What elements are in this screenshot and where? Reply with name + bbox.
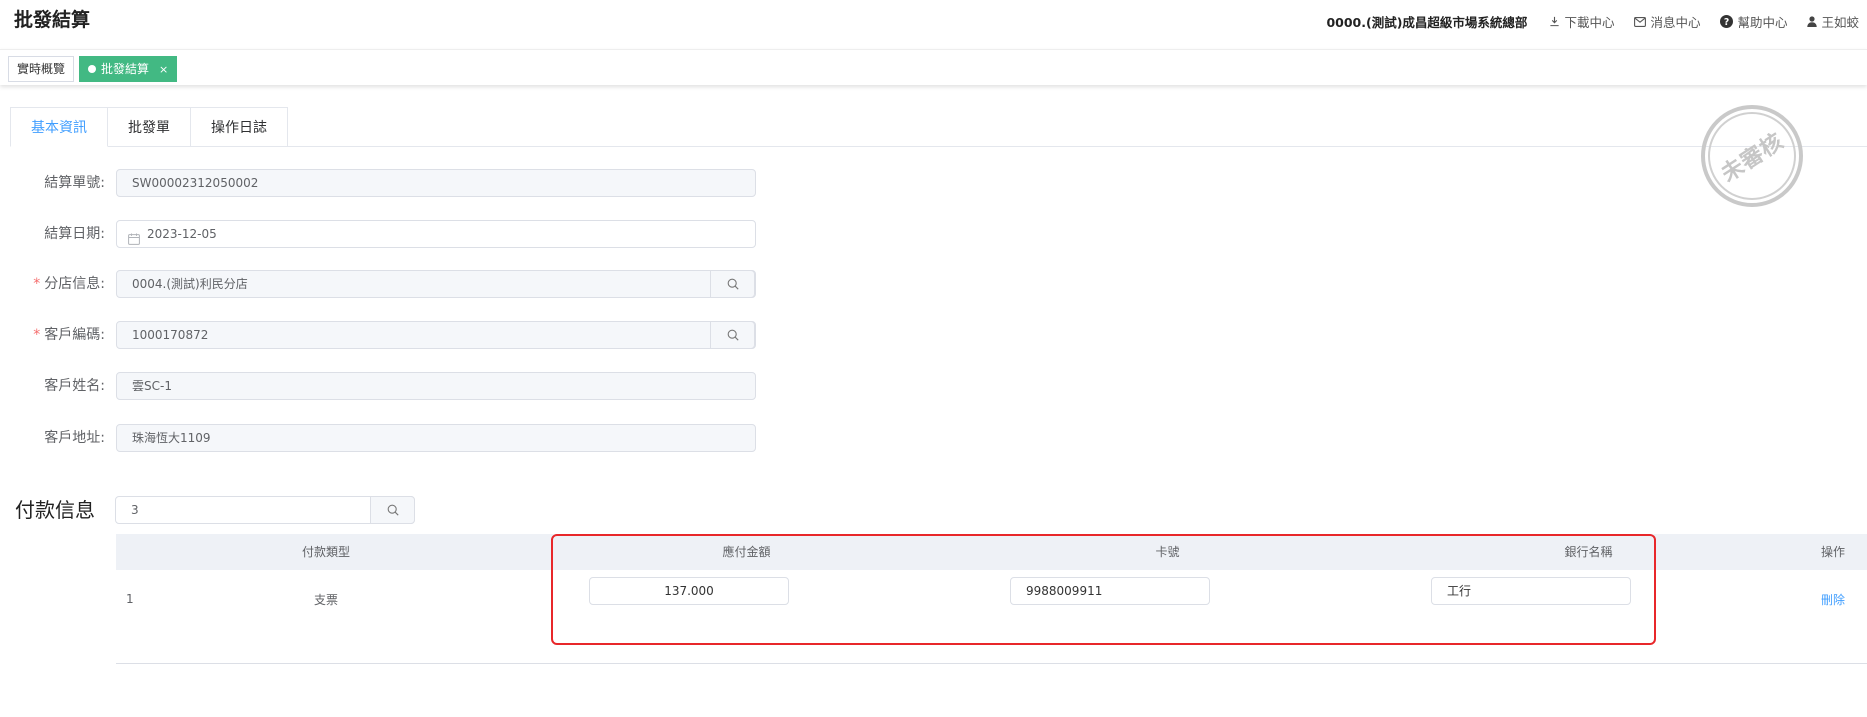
detail-tabs: 基本資訊 批發單 操作日誌 xyxy=(10,107,288,147)
col-amount-due: 應付金額 xyxy=(722,545,771,559)
bank-name-input[interactable]: 工行 xyxy=(1431,577,1631,605)
col-card-no: 卡號 xyxy=(1155,545,1180,559)
amount-due-input[interactable]: 137.000 xyxy=(589,577,789,605)
payment-search-value: 3 xyxy=(131,503,139,517)
app-title: 批發結算 xyxy=(14,9,91,31)
settlement-date-value: 2023-12-05 xyxy=(147,227,217,241)
tab-basic-info[interactable]: 基本資訊 xyxy=(10,107,108,147)
settlement-no-label: 結算單號: xyxy=(44,175,105,191)
branch-value: 0004.(測試)利民分店 xyxy=(132,277,248,291)
col-bank-name: 銀行名稱 xyxy=(1564,545,1613,559)
download-icon xyxy=(1549,16,1560,27)
payment-table: 付款類型 應付金額 卡號 銀行名稱 操作 1 支票 137.000 998800… xyxy=(116,534,1867,664)
customer-code-field[interactable]: 1000170872 xyxy=(116,321,756,349)
branch-label: * 分店信息: xyxy=(33,270,105,298)
customer-name-label: 客戶姓名: xyxy=(44,378,105,394)
mail-icon xyxy=(1634,16,1647,27)
col-payment-type: 付款類型 xyxy=(301,545,350,559)
customer-address-label: 客戶地址: xyxy=(44,430,105,446)
tab-operation-log[interactable]: 操作日誌 xyxy=(191,107,288,147)
help-center-link[interactable]: ? 幫助中心 xyxy=(1720,12,1787,31)
customer-code-row: * 客戶編碼: 1000170872 xyxy=(0,321,760,349)
tags-bar: 實時概覽 批發結算 × xyxy=(0,49,1867,85)
tag-wholesale-settlement[interactable]: 批發結算 × xyxy=(79,56,178,82)
stamp-inner-ring: 未審核 xyxy=(1708,112,1796,200)
settlement-no-row: 結算單號: SW00002312050002 xyxy=(0,169,760,197)
svg-text:?: ? xyxy=(1724,17,1729,28)
card-no-value: 9988009911 xyxy=(1026,584,1103,598)
bank-name-value: 工行 xyxy=(1447,584,1472,598)
close-icon[interactable]: × xyxy=(159,63,168,76)
branch-label-text: 分店信息: xyxy=(44,276,105,292)
customer-code-label-text: 客戶編碼: xyxy=(44,327,105,343)
customer-name-row: 客戶姓名: 雲SC-1 xyxy=(0,372,760,400)
user-icon xyxy=(1807,16,1818,27)
col-action: 操作 xyxy=(1820,545,1845,559)
required-mark: * xyxy=(33,276,41,292)
calendar-icon xyxy=(128,228,140,254)
search-icon xyxy=(727,329,739,341)
payment-search-input[interactable]: 3 xyxy=(115,496,415,524)
payment-section-title: 付款信息 xyxy=(15,498,95,522)
customer-search-button[interactable] xyxy=(710,321,755,349)
branch-row: * 分店信息: 0004.(測試)利民分店 xyxy=(0,270,760,298)
org-name: 0000.(測試)成昌超級市場系統總部 xyxy=(1326,15,1528,30)
message-center-link[interactable]: 消息中心 xyxy=(1634,12,1700,31)
active-dot-icon xyxy=(88,65,96,73)
card-no-input[interactable]: 9988009911 xyxy=(1010,577,1210,605)
payment-search-button[interactable] xyxy=(370,496,415,524)
download-center-link[interactable]: 下載中心 xyxy=(1549,12,1614,31)
settlement-no-value: SW00002312050002 xyxy=(132,176,259,190)
customer-address-row: 客戶地址: 珠海恆大1109 xyxy=(0,424,760,452)
header-right: 0000.(測試)成昌超級市場系統總部 下載中心 消息中心 ? 幫助中心 王如蛟 xyxy=(1326,12,1859,31)
top-header: 批發結算 0000.(測試)成昌超級市場系統總部 下載中心 消息中心 ? 幫助中… xyxy=(0,0,1867,44)
customer-address-value: 珠海恆大1109 xyxy=(132,431,211,445)
message-center-label: 消息中心 xyxy=(1650,15,1701,30)
tag-label: 實時概覽 xyxy=(17,62,66,76)
customer-name-field[interactable]: 雲SC-1 xyxy=(116,372,756,400)
tag-label: 批發結算 xyxy=(101,62,150,76)
table-row: 1 支票 137.000 9988009911 工行 刪除 xyxy=(116,570,1867,664)
search-icon xyxy=(727,278,739,290)
tag-realtime-overview[interactable]: 實時概覽 xyxy=(8,56,75,82)
customer-name-value: 雲SC-1 xyxy=(132,379,172,393)
amount-due-value: 137.000 xyxy=(664,584,714,598)
help-center-label: 幫助中心 xyxy=(1737,15,1788,30)
required-mark: * xyxy=(33,327,41,343)
branch-field[interactable]: 0004.(測試)利民分店 xyxy=(116,270,756,298)
table-header: 付款類型 應付金額 卡號 銀行名稱 操作 xyxy=(116,534,1867,570)
tab-divider xyxy=(288,146,1867,147)
settlement-date-label: 結算日期: xyxy=(44,226,105,242)
tab-wholesale-orders[interactable]: 批發單 xyxy=(108,107,191,147)
settlement-no-field[interactable]: SW00002312050002 xyxy=(116,169,756,197)
customer-code-value: 1000170872 xyxy=(132,328,209,342)
settlement-date-picker[interactable]: 2023-12-05 xyxy=(116,220,756,248)
stamp-text: 未審核 xyxy=(1717,128,1790,188)
question-circle-icon: ? xyxy=(1720,15,1734,28)
user-name: 王如蛟 xyxy=(1821,15,1859,30)
customer-code-label: * 客戶編碼: xyxy=(33,321,105,349)
customer-address-field[interactable]: 珠海恆大1109 xyxy=(116,424,756,452)
row-payment-type: 支票 xyxy=(313,593,338,607)
download-center-label: 下載中心 xyxy=(1564,15,1615,30)
unreviewed-stamp: 未審核 xyxy=(1701,105,1803,207)
delete-row-link[interactable]: 刪除 xyxy=(1799,589,1867,611)
branch-search-button[interactable] xyxy=(710,270,755,298)
user-menu[interactable]: 王如蛟 xyxy=(1807,12,1859,31)
settlement-date-row: 結算日期: 2023-12-05 xyxy=(0,220,760,248)
search-icon xyxy=(387,504,399,516)
